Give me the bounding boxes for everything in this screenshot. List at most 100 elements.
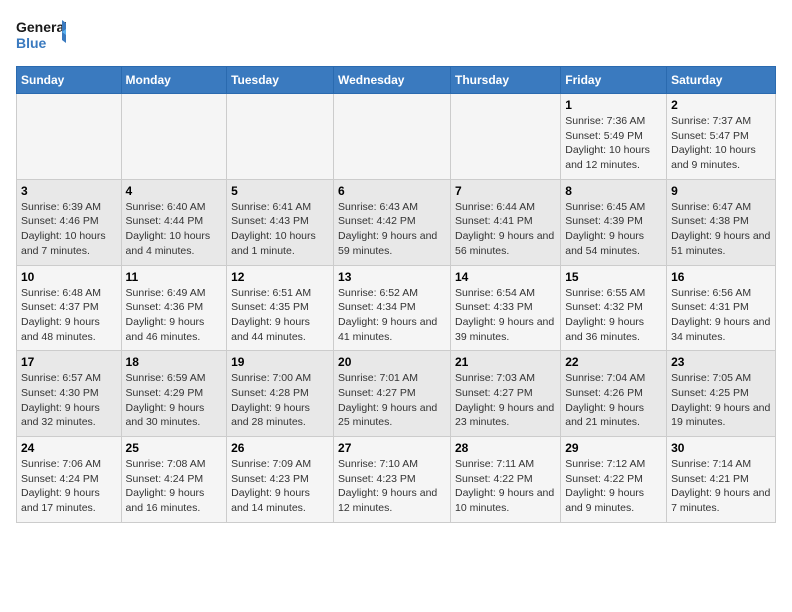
calendar-cell: 14Sunrise: 6:54 AM Sunset: 4:33 PM Dayli… bbox=[450, 265, 560, 351]
day-info: Sunrise: 6:57 AM Sunset: 4:30 PM Dayligh… bbox=[21, 371, 117, 430]
calendar-cell: 27Sunrise: 7:10 AM Sunset: 4:23 PM Dayli… bbox=[334, 437, 451, 523]
day-info: Sunrise: 6:55 AM Sunset: 4:32 PM Dayligh… bbox=[565, 286, 662, 345]
calendar-cell: 2Sunrise: 7:37 AM Sunset: 5:47 PM Daylig… bbox=[667, 94, 776, 180]
calendar-cell: 17 Sunrise: 6:57 AM Sunset: 4:30 PM Dayli… bbox=[17, 351, 122, 437]
day-number: 27 bbox=[338, 441, 446, 455]
week-row-4: 17 Sunrise: 6:57 AM Sunset: 4:30 PM Dayli… bbox=[17, 351, 776, 437]
calendar-body: 1 Sunrise: 7:36 AM Sunset: 5:49 PM Daylig… bbox=[17, 94, 776, 523]
calendar-table: SundayMondayTuesdayWednesdayThursdayFrid… bbox=[16, 66, 776, 523]
header-cell-sunday: Sunday bbox=[17, 67, 122, 94]
calendar-cell: 4Sunrise: 6:40 AM Sunset: 4:44 PM Daylig… bbox=[121, 179, 227, 265]
day-number: 8 bbox=[565, 184, 662, 198]
svg-text:General: General bbox=[16, 19, 66, 35]
day-info: Sunrise: 6:44 AM Sunset: 4:41 PM Dayligh… bbox=[455, 200, 556, 259]
header-cell-monday: Monday bbox=[121, 67, 227, 94]
day-info: Sunrise: 6:59 AM Sunset: 4:29 PM Dayligh… bbox=[126, 371, 223, 430]
day-number: 28 bbox=[455, 441, 556, 455]
day-info: Sunrise: 7:01 AM Sunset: 4:27 PM Dayligh… bbox=[338, 371, 446, 430]
header-cell-tuesday: Tuesday bbox=[227, 67, 334, 94]
day-number: 13 bbox=[338, 270, 446, 284]
day-number: 5 bbox=[231, 184, 329, 198]
week-row-5: 24Sunrise: 7:06 AM Sunset: 4:24 PM Dayli… bbox=[17, 437, 776, 523]
calendar-cell: 6 Sunrise: 6:43 AM Sunset: 4:42 PM Daylig… bbox=[334, 179, 451, 265]
day-info: Sunrise: 6:43 AM Sunset: 4:42 PM Dayligh… bbox=[338, 200, 446, 259]
calendar-cell: 1 Sunrise: 7:36 AM Sunset: 5:49 PM Daylig… bbox=[561, 94, 667, 180]
calendar-cell: 21 Sunrise: 7:03 AM Sunset: 4:27 PM Dayli… bbox=[450, 351, 560, 437]
header-cell-friday: Friday bbox=[561, 67, 667, 94]
day-info: Sunrise: 7:14 AM Sunset: 4:21 PM Dayligh… bbox=[671, 457, 771, 516]
calendar-cell bbox=[17, 94, 122, 180]
day-number: 21 bbox=[455, 355, 556, 369]
calendar-cell: 29Sunrise: 7:12 AM Sunset: 4:22 PM Dayli… bbox=[561, 437, 667, 523]
week-row-2: 3Sunrise: 6:39 AM Sunset: 4:46 PM Daylig… bbox=[17, 179, 776, 265]
header-row: SundayMondayTuesdayWednesdayThursdayFrid… bbox=[17, 67, 776, 94]
header-cell-wednesday: Wednesday bbox=[334, 67, 451, 94]
day-info: Sunrise: 6:39 AM Sunset: 4:46 PM Dayligh… bbox=[21, 200, 117, 259]
day-number: 7 bbox=[455, 184, 556, 198]
calendar-cell: 23 Sunrise: 7:05 AM Sunset: 4:25 PM Dayli… bbox=[667, 351, 776, 437]
day-number: 1 bbox=[565, 98, 662, 112]
day-number: 17 bbox=[21, 355, 117, 369]
svg-text:Blue: Blue bbox=[16, 35, 47, 51]
day-info: Sunrise: 7:00 AM Sunset: 4:28 PM Dayligh… bbox=[231, 371, 329, 430]
day-number: 26 bbox=[231, 441, 329, 455]
calendar-cell: 22Sunrise: 7:04 AM Sunset: 4:26 PM Dayli… bbox=[561, 351, 667, 437]
day-number: 6 bbox=[338, 184, 446, 198]
day-number: 23 bbox=[671, 355, 771, 369]
calendar-cell: 11Sunrise: 6:49 AM Sunset: 4:36 PM Dayli… bbox=[121, 265, 227, 351]
calendar-cell: 8 Sunrise: 6:45 AM Sunset: 4:39 PM Daylig… bbox=[561, 179, 667, 265]
day-info: Sunrise: 6:52 AM Sunset: 4:34 PM Dayligh… bbox=[338, 286, 446, 345]
day-info: Sunrise: 6:56 AM Sunset: 4:31 PM Dayligh… bbox=[671, 286, 771, 345]
calendar-cell: 26 Sunrise: 7:09 AM Sunset: 4:23 PM Dayli… bbox=[227, 437, 334, 523]
calendar-cell: 7 Sunrise: 6:44 AM Sunset: 4:41 PM Daylig… bbox=[450, 179, 560, 265]
calendar-cell: 3Sunrise: 6:39 AM Sunset: 4:46 PM Daylig… bbox=[17, 179, 122, 265]
day-number: 19 bbox=[231, 355, 329, 369]
calendar-header: SundayMondayTuesdayWednesdayThursdayFrid… bbox=[17, 67, 776, 94]
calendar-cell: 13 Sunrise: 6:52 AM Sunset: 4:34 PM Dayli… bbox=[334, 265, 451, 351]
calendar-cell bbox=[121, 94, 227, 180]
week-row-3: 10 Sunrise: 6:48 AM Sunset: 4:37 PM Dayli… bbox=[17, 265, 776, 351]
calendar-cell bbox=[450, 94, 560, 180]
day-info: Sunrise: 7:06 AM Sunset: 4:24 PM Dayligh… bbox=[21, 457, 117, 516]
calendar-cell: 30 Sunrise: 7:14 AM Sunset: 4:21 PM Dayli… bbox=[667, 437, 776, 523]
calendar-cell: 5 Sunrise: 6:41 AM Sunset: 4:43 PM Daylig… bbox=[227, 179, 334, 265]
calendar-cell: 12 Sunrise: 6:51 AM Sunset: 4:35 PM Dayli… bbox=[227, 265, 334, 351]
day-number: 30 bbox=[671, 441, 771, 455]
logo: General Blue bbox=[16, 16, 66, 58]
day-info: Sunrise: 6:47 AM Sunset: 4:38 PM Dayligh… bbox=[671, 200, 771, 259]
day-number: 14 bbox=[455, 270, 556, 284]
day-info: Sunrise: 7:36 AM Sunset: 5:49 PM Dayligh… bbox=[565, 114, 662, 173]
day-info: Sunrise: 7:04 AM Sunset: 4:26 PM Dayligh… bbox=[565, 371, 662, 430]
header-cell-saturday: Saturday bbox=[667, 67, 776, 94]
day-info: Sunrise: 7:37 AM Sunset: 5:47 PM Dayligh… bbox=[671, 114, 771, 173]
calendar-cell: 18 Sunrise: 6:59 AM Sunset: 4:29 PM Dayli… bbox=[121, 351, 227, 437]
day-info: Sunrise: 7:11 AM Sunset: 4:22 PM Dayligh… bbox=[455, 457, 556, 516]
day-info: Sunrise: 6:48 AM Sunset: 4:37 PM Dayligh… bbox=[21, 286, 117, 345]
day-number: 29 bbox=[565, 441, 662, 455]
calendar-cell: 24Sunrise: 7:06 AM Sunset: 4:24 PM Dayli… bbox=[17, 437, 122, 523]
calendar-cell: 19 Sunrise: 7:00 AM Sunset: 4:28 PM Dayli… bbox=[227, 351, 334, 437]
day-info: Sunrise: 6:40 AM Sunset: 4:44 PM Dayligh… bbox=[126, 200, 223, 259]
calendar-cell bbox=[227, 94, 334, 180]
header-cell-thursday: Thursday bbox=[450, 67, 560, 94]
day-info: Sunrise: 7:05 AM Sunset: 4:25 PM Dayligh… bbox=[671, 371, 771, 430]
day-number: 16 bbox=[671, 270, 771, 284]
day-number: 18 bbox=[126, 355, 223, 369]
calendar-cell: 16 Sunrise: 6:56 AM Sunset: 4:31 PM Dayli… bbox=[667, 265, 776, 351]
day-info: Sunrise: 6:51 AM Sunset: 4:35 PM Dayligh… bbox=[231, 286, 329, 345]
calendar-cell: 10 Sunrise: 6:48 AM Sunset: 4:37 PM Dayli… bbox=[17, 265, 122, 351]
day-number: 25 bbox=[126, 441, 223, 455]
day-info: Sunrise: 6:41 AM Sunset: 4:43 PM Dayligh… bbox=[231, 200, 329, 259]
day-info: Sunrise: 6:49 AM Sunset: 4:36 PM Dayligh… bbox=[126, 286, 223, 345]
logo-svg: General Blue bbox=[16, 16, 66, 58]
day-number: 15 bbox=[565, 270, 662, 284]
day-info: Sunrise: 6:45 AM Sunset: 4:39 PM Dayligh… bbox=[565, 200, 662, 259]
calendar-cell: 9Sunrise: 6:47 AM Sunset: 4:38 PM Daylig… bbox=[667, 179, 776, 265]
day-number: 10 bbox=[21, 270, 117, 284]
week-row-1: 1 Sunrise: 7:36 AM Sunset: 5:49 PM Daylig… bbox=[17, 94, 776, 180]
day-info: Sunrise: 7:09 AM Sunset: 4:23 PM Dayligh… bbox=[231, 457, 329, 516]
calendar-cell bbox=[334, 94, 451, 180]
day-info: Sunrise: 7:08 AM Sunset: 4:24 PM Dayligh… bbox=[126, 457, 223, 516]
day-info: Sunrise: 7:03 AM Sunset: 4:27 PM Dayligh… bbox=[455, 371, 556, 430]
day-number: 12 bbox=[231, 270, 329, 284]
